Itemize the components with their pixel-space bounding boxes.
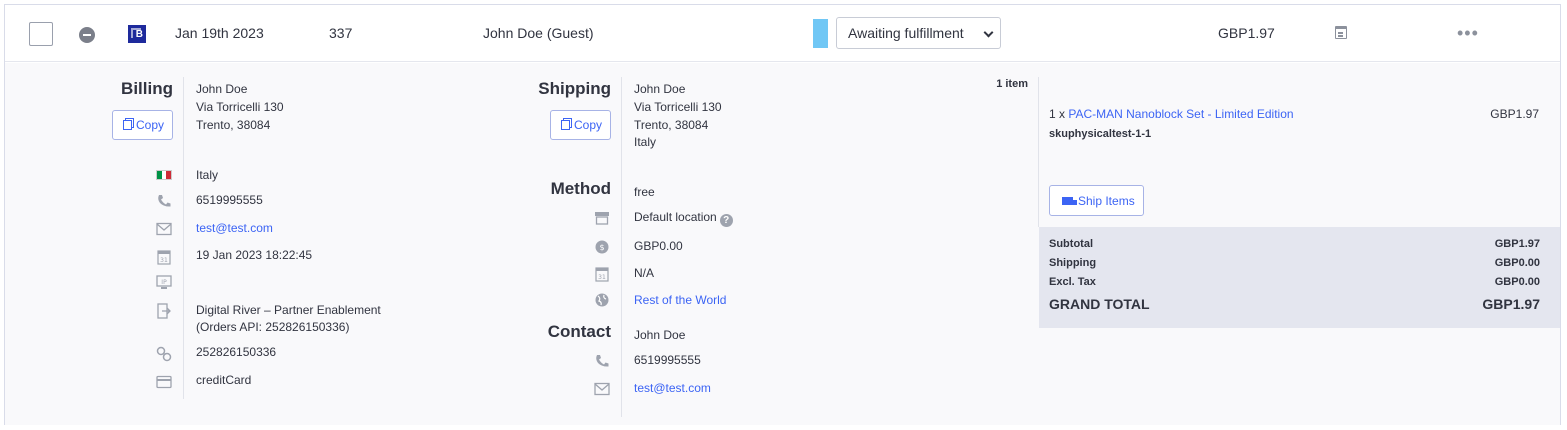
email-icon — [594, 382, 610, 396]
billing-email-link[interactable]: test@test.com — [196, 220, 273, 238]
chevron-down-icon — [983, 27, 994, 38]
phone-icon — [596, 355, 609, 367]
billing-city: Trento, 38084 — [196, 118, 271, 132]
coin-icon: $ — [595, 240, 609, 254]
contact-email-link[interactable]: test@test.com — [634, 380, 711, 398]
calendar-icon[interactable] — [1335, 26, 1347, 39]
shipping-street: Via Torricelli 130 — [634, 100, 722, 114]
subtotal-row: Subtotal GBP1.97 — [1049, 238, 1540, 250]
shipping-zone-link[interactable]: Rest of the World — [634, 292, 726, 310]
shipping-heading: Shipping — [538, 79, 611, 98]
order-id[interactable]: 337 — [329, 25, 352, 41]
order-row[interactable]: B Jan 19th 2023 337 John Doe (Guest) Awa… — [5, 5, 1560, 62]
shipping-city: Trento, 38084 — [634, 118, 709, 132]
svg-text:$: $ — [599, 243, 604, 252]
ip-icon: IP — [156, 275, 172, 289]
customer-name[interactable]: John Doe (Guest) — [483, 25, 594, 41]
tax-value: GBP0.00 — [1494, 276, 1540, 288]
copy-icon — [123, 120, 132, 130]
contact-name: John Doe — [634, 328, 686, 342]
billing-channel-name: Digital River – Partner Enablement — [196, 303, 381, 317]
shipping-name: John Doe — [634, 82, 686, 96]
row-checkbox[interactable] — [29, 22, 53, 46]
contact-phone: 6519995555 — [634, 353, 701, 367]
order-panel: B Jan 19th 2023 337 John Doe (Guest) Awa… — [4, 4, 1561, 425]
status-color-swatch — [813, 19, 828, 48]
shipping-total-row: Shipping GBP0.00 — [1049, 257, 1540, 269]
billing-country: Italy — [196, 168, 219, 182]
shipping-method: free — [634, 185, 655, 199]
billing-date: 19 Jan 2023 18:22:45 — [196, 248, 313, 262]
billing-name: John Doe — [196, 82, 248, 96]
globe-icon — [595, 293, 609, 307]
collapse-icon[interactable] — [79, 27, 95, 43]
order-date: Jan 19th 2023 — [175, 25, 264, 41]
phone-icon — [158, 195, 171, 207]
tax-label: Excl. Tax — [1049, 276, 1096, 288]
channel-icon: B — [128, 25, 146, 43]
billing-payment: creditCard — [196, 373, 252, 387]
svg-text:31: 31 — [160, 257, 168, 264]
order-details: Billing Copy John Doe Via Torricelli 130… — [5, 63, 1560, 425]
flag-italy-icon — [156, 170, 172, 180]
link-icon — [156, 346, 172, 362]
contact-heading: Contact — [547, 322, 611, 341]
store-icon — [595, 212, 609, 225]
item-product-link[interactable]: PAC-MAN Nanoblock Set - Limited Edition — [1068, 107, 1293, 121]
svg-text:31: 31 — [598, 274, 606, 281]
item-price: GBP1.97 — [1490, 107, 1539, 121]
method-heading: Method — [550, 179, 611, 198]
calendar-icon: 31 — [157, 250, 171, 265]
status-select-value: Awaiting fulfillment — [848, 25, 964, 41]
email-icon — [156, 222, 172, 236]
grand-total-row: GRAND TOTAL GBP1.97 — [1049, 296, 1540, 312]
ship-items-button[interactable]: Ship Items — [1049, 185, 1144, 216]
divider — [1038, 77, 1039, 227]
shipping-country: Italy — [634, 135, 657, 149]
billing-heading: Billing — [121, 79, 173, 98]
grand-total-label: GRAND TOTAL — [1049, 296, 1150, 312]
shipping-location: Default location? — [634, 209, 733, 227]
billing-street: Via Torricelli 130 — [196, 100, 284, 114]
shipping-cost: GBP0.00 — [634, 239, 683, 253]
svg-text:IP: IP — [161, 279, 167, 286]
divider — [621, 77, 622, 417]
copy-label: Copy — [574, 118, 603, 132]
subtotal-value: GBP1.97 — [1494, 238, 1540, 250]
shipping-total-label: Shipping — [1049, 257, 1097, 269]
truck-icon — [1062, 197, 1077, 205]
item-count: 1 item — [996, 78, 1028, 90]
copy-icon — [561, 120, 570, 130]
order-totals: Subtotal GBP1.97 Shipping GBP0.00 Excl. … — [1039, 227, 1560, 328]
billing-channel-api: (Orders API: 252826150336) — [196, 320, 350, 334]
billing-external-id: 252826150336 — [196, 345, 277, 359]
credit-card-icon — [156, 375, 172, 389]
order-total: GBP1.97 — [1218, 25, 1275, 41]
copy-label: Copy — [136, 118, 165, 132]
grand-total-value: GBP1.97 — [1482, 296, 1540, 312]
item-qty: 1 x — [1049, 107, 1066, 121]
subtotal-label: Subtotal — [1049, 238, 1093, 250]
divider — [183, 77, 184, 399]
billing-phone: 6519995555 — [196, 193, 263, 207]
item-line: 1 x PAC-MAN Nanoblock Set - Limited Edit… — [1049, 106, 1294, 124]
calendar-icon: 31 — [595, 267, 609, 282]
channel-icon — [157, 303, 171, 319]
shipping-total-value: GBP0.00 — [1494, 257, 1540, 269]
tax-row: Excl. Tax GBP0.00 — [1049, 276, 1540, 288]
shipping-copy-button[interactable]: Copy — [550, 110, 611, 140]
item-sku: skuphysicaltest-1-1 — [1049, 128, 1152, 140]
help-icon[interactable]: ? — [719, 214, 733, 227]
more-icon[interactable]: ••• — [1457, 23, 1479, 44]
shipping-location-label: Default location — [634, 210, 717, 224]
billing-copy-button[interactable]: Copy — [112, 110, 173, 140]
ship-items-label: Ship Items — [1078, 194, 1135, 208]
status-select[interactable]: Awaiting fulfillment — [836, 17, 1001, 49]
shipping-date: N/A — [634, 266, 655, 280]
